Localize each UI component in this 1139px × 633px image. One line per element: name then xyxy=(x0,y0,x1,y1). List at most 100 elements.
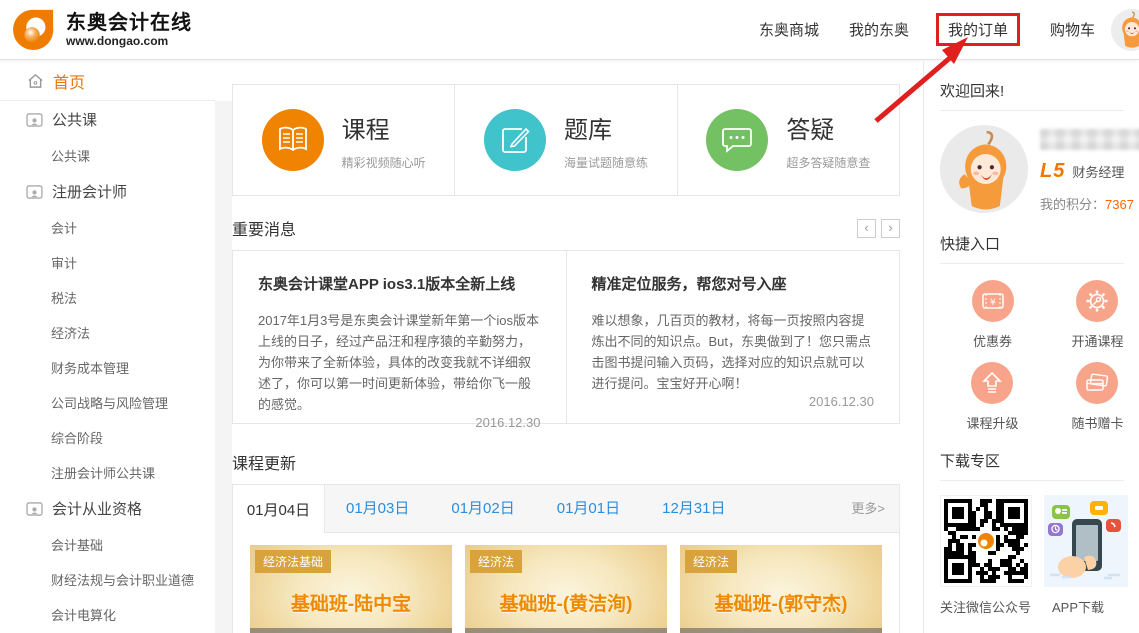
sidebar-item-accounting-basics[interactable]: 会计基础 xyxy=(0,527,215,562)
feature-question-bank[interactable]: 题库 海量试题随意练 xyxy=(454,85,676,195)
brand-name: 东奥会计在线 xyxy=(66,12,192,34)
mascot-icon xyxy=(1111,9,1139,51)
quick-item-upgrade[interactable]: 课程升级 xyxy=(966,362,1018,432)
sidebar-item-computerized-accounting[interactable]: 会计电算化 xyxy=(0,597,215,632)
sidebar-item-accounting[interactable]: 会计 xyxy=(0,210,215,245)
app-download-label: APP下载 xyxy=(1052,597,1104,616)
brand-logo[interactable]: 东奥会计在线 www.dongao.com xyxy=(10,7,192,53)
tab-date[interactable]: 12月31日 xyxy=(641,485,746,532)
brand-url: www.dongao.com xyxy=(66,34,192,48)
sidebar-item-finance-law-ethics[interactable]: 财经法规与会计职业道德 xyxy=(0,562,215,597)
course-card[interactable]: 经济法 基础班-(黄洁洵) 已更新完毕，共71讲 xyxy=(465,545,667,633)
course-update-header: 课程更新 xyxy=(232,450,900,474)
sidebar-item-audit[interactable]: 审计 xyxy=(0,245,215,280)
header: 东奥会计在线 www.dongao.com 东奥商城 我的东奥 我的订单 购物车 xyxy=(0,0,1139,60)
points-value: 7367 xyxy=(1105,197,1134,212)
feature-title: 题库 xyxy=(564,110,648,145)
qr-label: 关注微信公众号 xyxy=(940,597,1044,616)
news-pager: ‹ › xyxy=(857,219,900,238)
sidebar-item-public-course[interactable]: 公共课 xyxy=(0,138,215,173)
app-download-illustration[interactable] xyxy=(1044,495,1128,587)
sidebar-item-strategy-risk[interactable]: 公司战略与风险管理 xyxy=(0,385,215,420)
feature-subtitle: 超多答疑随意查 xyxy=(786,154,870,171)
quick-item-open-course[interactable]: 开通课程 xyxy=(1071,280,1123,350)
feature-qa[interactable]: 答疑 超多答疑随意查 xyxy=(677,85,899,195)
news-item: 东奥会计课堂APP ios3.1版本全新上线 2017年1月3号是东奥会计课堂新… xyxy=(233,251,566,423)
course-card-title: 基础班-陆中宝 xyxy=(250,589,452,616)
news-panel: 东奥会计课堂APP ios3.1版本全新上线 2017年1月3号是东奥会计课堂新… xyxy=(232,250,900,424)
left-sidebar: 首页 公共课 公共课 注册会计师 会计 审计 税法 经济法 财务成本管理 公司战… xyxy=(0,62,215,633)
tab-date[interactable]: 01月02日 xyxy=(430,485,535,532)
svg-text:¥: ¥ xyxy=(990,298,996,308)
qr-code-image xyxy=(944,499,1028,583)
nav-cart[interactable]: 购物车 xyxy=(1050,19,1095,40)
feature-subtitle: 精彩视频随心听 xyxy=(342,154,426,171)
sidebar-item-cpa-public[interactable]: 注册会计师公共课 xyxy=(0,455,215,490)
feature-cards: 课程 精彩视频随心听 题库 海量试题随意练 xyxy=(232,84,900,196)
sidebar-item-comprehensive[interactable]: 综合阶段 xyxy=(0,420,215,455)
course-card-title: 基础班-(郭守杰) xyxy=(680,589,882,616)
sidebar-item-tax-law[interactable]: 税法 xyxy=(0,280,215,315)
sidebar-item-home[interactable]: 首页 xyxy=(0,62,215,101)
course-badge: 经济法 xyxy=(470,550,522,573)
sidebar-item-economic-law[interactable]: 经济法 xyxy=(0,315,215,350)
nav-my-dongao[interactable]: 我的东奥 xyxy=(849,19,909,40)
sidebar-section-public-course[interactable]: 公共课 xyxy=(0,101,215,138)
gift-card-icon xyxy=(1076,362,1118,404)
feature-courses[interactable]: 课程 精彩视频随心听 xyxy=(233,85,454,195)
course-card[interactable]: 经济法 基础班-(郭守杰) 已更新完毕，共67讲 xyxy=(680,545,882,633)
sidebar-section-accounting-qualification[interactable]: 会计从业资格 xyxy=(0,490,215,527)
chevron-left-icon[interactable]: ‹ xyxy=(857,219,876,238)
feature-title: 答疑 xyxy=(786,110,870,145)
news-item-body: 2017年1月3号是东奥会计课堂新年第一个ios版本上线的日子，经过产品汪和程序… xyxy=(258,310,541,415)
course-category-icon xyxy=(26,113,43,127)
points-row: 我的积分：7367 xyxy=(1040,194,1139,213)
chat-icon xyxy=(706,109,768,171)
tab-date[interactable]: 01月01日 xyxy=(536,485,641,532)
news-title: 重要消息 xyxy=(232,216,296,240)
news-item-title[interactable]: 东奥会计课堂APP ios3.1版本全新上线 xyxy=(258,273,541,294)
course-card-status: 已更新完毕，共67讲 xyxy=(680,628,882,633)
page: 东奥会计在线 www.dongao.com 东奥商城 我的东奥 我的订单 购物车 xyxy=(0,0,1139,633)
sidebar-section-label: 公共课 xyxy=(52,109,97,130)
coupon-icon: ¥ xyxy=(972,280,1014,322)
tab-date[interactable]: 01月03日 xyxy=(325,485,430,532)
course-cards: 经济法基础 基础班-陆中宝 已更新至第62讲 经济法 基础班-(黄洁洵) 已更新… xyxy=(233,533,899,633)
news-item-date: 2016.12.30 xyxy=(258,415,541,430)
profile-card: L5 财务经理 我的积分：7367 xyxy=(940,125,1139,213)
sidebar-home-label: 首页 xyxy=(53,69,85,93)
news-item: 精准定位服务，帮您对号入座 难以想象，几百页的教材，将每一页按照内容提炼出不同的… xyxy=(566,251,900,423)
quick-item-coupon[interactable]: ¥ 优惠券 xyxy=(972,280,1014,350)
course-category-icon xyxy=(26,185,43,199)
nav-dongao-mall[interactable]: 东奥商城 xyxy=(759,19,819,40)
level-badge: L5 xyxy=(1040,160,1065,183)
sidebar-item-financial-cost-mgmt[interactable]: 财务成本管理 xyxy=(0,350,215,385)
course-update-panel: 01月04日 01月03日 01月02日 01月01日 12月31日 更多> 经… xyxy=(232,484,900,633)
user-avatar[interactable] xyxy=(940,125,1028,213)
sidebar-section-cpa[interactable]: 注册会计师 xyxy=(0,173,215,210)
profile-info: L5 财务经理 我的积分：7367 xyxy=(1040,125,1139,213)
user-avatar-small[interactable] xyxy=(1111,9,1139,51)
quick-item-gift-card[interactable]: 随书赠卡 xyxy=(1071,362,1123,432)
tab-date-active[interactable]: 01月04日 xyxy=(233,485,325,533)
news-item-body: 难以想象，几百页的教材，将每一页按照内容提炼出不同的知识点。But，东奥做到了！… xyxy=(592,310,875,394)
more-link[interactable]: 更多> xyxy=(851,485,899,532)
news-item-title[interactable]: 精准定位服务，帮您对号入座 xyxy=(592,273,875,294)
quick-entry: 快捷入口 ¥ 优惠券 xyxy=(940,233,1139,432)
username-blurred xyxy=(1040,129,1139,150)
news-item-date: 2016.12.30 xyxy=(592,394,875,409)
nav-my-orders[interactable]: 我的订单 xyxy=(936,13,1020,46)
date-tabbar: 01月04日 01月03日 01月02日 01月01日 12月31日 更多> xyxy=(233,485,899,533)
pencil-icon xyxy=(484,109,546,171)
sidebar-divider xyxy=(215,101,232,633)
course-badge: 经济法基础 xyxy=(255,550,331,573)
chevron-right-icon[interactable]: › xyxy=(881,219,900,238)
course-update-title: 课程更新 xyxy=(232,450,296,474)
right-sidebar: 欢迎回来! L5 财务经理 xyxy=(923,62,1139,633)
course-card-status: 已更新至第62讲 xyxy=(250,628,452,633)
download-title: 下载专区 xyxy=(940,450,1124,481)
feature-title: 课程 xyxy=(342,110,426,145)
quick-item-label: 课程升级 xyxy=(966,413,1018,432)
course-card[interactable]: 经济法基础 基础班-陆中宝 已更新至第62讲 xyxy=(250,545,452,633)
course-card-title: 基础班-(黄洁洵) xyxy=(465,589,667,616)
